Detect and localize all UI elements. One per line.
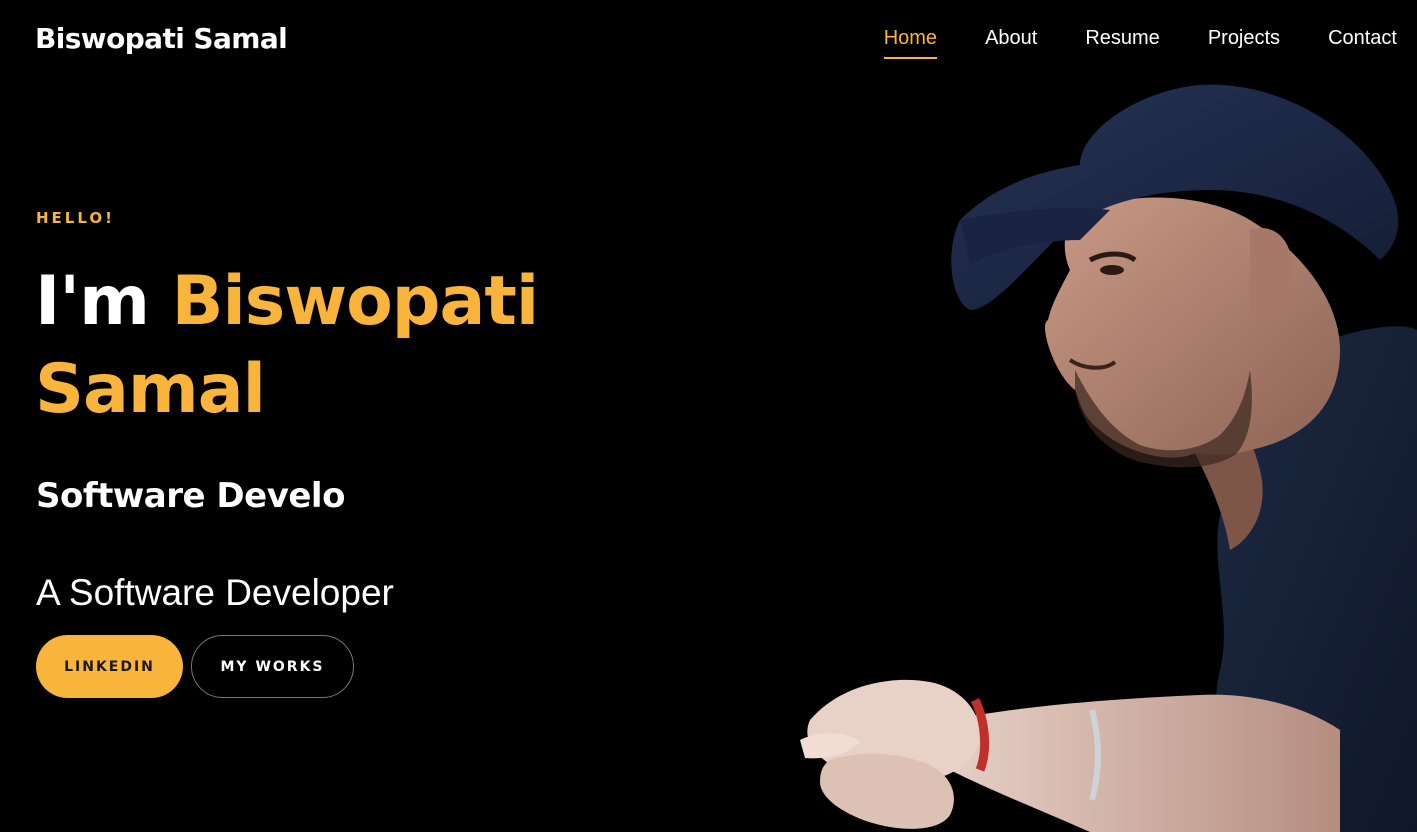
my-works-button[interactable]: MY WORKS [191,635,354,698]
profile-photo [800,84,1417,832]
nav-item-projects[interactable]: Projects [1208,27,1280,50]
nav-item-contact[interactable]: Contact [1328,27,1397,50]
typed-role-text: Software Develo [36,476,345,516]
nav-item-resume[interactable]: Resume [1085,27,1159,50]
headline-name-first: Biswopati [171,262,540,341]
nav-item-about[interactable]: About [985,27,1037,50]
site-logo[interactable]: Biswopati Samal [35,22,288,55]
portfolio-page: Biswopati Samal Home About Resume Projec… [0,0,1417,832]
hero-greeting: HELLO! [36,209,115,227]
linkedin-button[interactable]: LINKEDIN [36,635,183,698]
headline-name-last: Samal [35,350,266,429]
hero-subtitle: A Software Developer [36,572,394,613]
headline-prefix: I'm [35,262,172,341]
main-nav: Home About Resume Projects Contact [836,27,1397,59]
hero-headline: I'm Biswopati Samal [35,258,655,434]
nav-item-home[interactable]: Home [883,27,938,59]
